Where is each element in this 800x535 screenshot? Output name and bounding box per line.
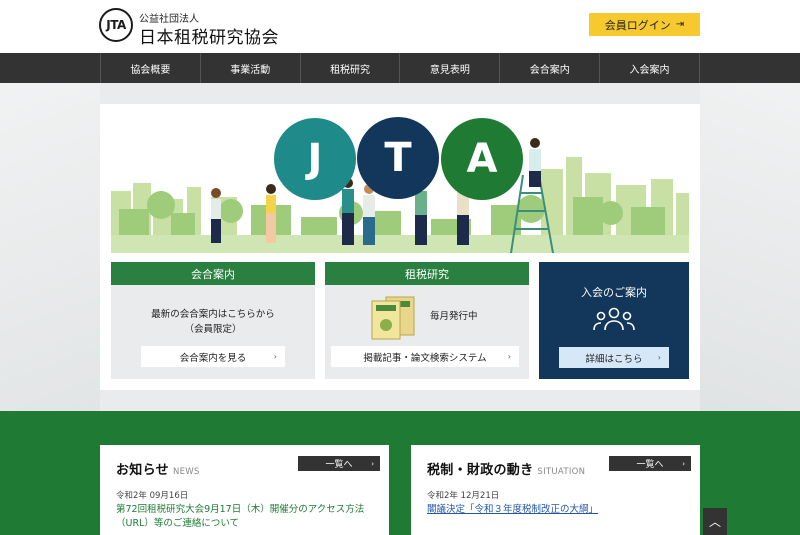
chevron-right-icon: › [371,459,374,468]
situation-box: 税制・財政の動き SITUATION 一覧へ › 令和2年 12月21日 閣議決定… [411,445,700,535]
situation-list-label: 一覧へ [636,460,664,470]
background-shape [700,83,800,411]
membership-title: 入会のご案内 [581,286,647,299]
view-meetings-button[interactable]: 会合案内を見る › [141,346,285,367]
research-text: 毎月発行中 [430,311,478,322]
news-box: お知らせ NEWS 一覧へ › 令和2年 09月16日 第72回租税研究大会9月1… [100,445,389,535]
nav-item-activities[interactable]: 事業活動 [199,53,300,83]
member-login-button[interactable]: 会員ログイン ⇥ [589,13,700,36]
chevron-right-icon: › [273,352,277,361]
back-to-top-button[interactable]: ︿ [703,508,727,535]
nav-item-about[interactable]: 協会概要 [100,53,200,83]
chevron-right-icon: › [657,353,661,362]
hero-letter-j: J [274,118,356,200]
hero-letter-t: T [357,117,439,199]
situation-list-button[interactable]: 一覧へ › [609,456,691,471]
chevron-right-icon: › [682,459,685,468]
research-panel-title: 租税研究 [325,262,529,285]
situation-title: 税制・財政の動き SITUATION [427,459,585,478]
site-logo[interactable]: JTA 公益社団法人 日本租税研究協会 [99,6,279,48]
jta-logo-mark: JTA [99,8,133,42]
people-icon [593,307,635,331]
meetings-text: 最新の会合案内はこちらから [151,309,275,320]
journal-covers-icon [371,296,415,340]
meetings-panel-title: 会合案内 [111,262,315,285]
news-title-en: NEWS [172,467,200,477]
chevron-up-icon: ︿ [708,515,721,529]
main-nav: 協会概要 事業活動 租税研究 意見表明 会合案内 入会案内 [0,53,800,83]
hero-illustration: J T A [111,113,689,253]
membership-details-label: 詳細はこちら [585,353,643,365]
membership-details-button[interactable]: 詳細はこちら › [559,347,669,368]
background-shape [0,83,100,411]
chevron-right-icon: › [507,352,511,361]
login-label: 会員ログイン [604,18,671,32]
nav-item-join[interactable]: 入会案内 [599,53,700,83]
meetings-note: （会員限定） [184,324,242,335]
view-meetings-label: 会合案内を見る [179,352,247,364]
nav-item-meetings[interactable]: 会合案内 [499,53,599,83]
nav-item-tax-research[interactable]: 租税研究 [299,53,400,83]
news-date: 令和2年 09月16日 [116,491,189,501]
situation-title-jp: 税制・財政の動き [427,463,534,478]
news-list-label: 一覧へ [325,460,353,470]
login-icon: ⇥ [675,19,685,30]
org-name: 日本租税研究協会 [139,28,279,48]
situation-headline-link[interactable]: 閣議決定「令和３年度税制改正の大綱」 [427,503,687,517]
hero-letter-a: A [441,118,523,200]
news-headline-link[interactable]: 第72回租税研究大会9月17日（木）開催分のアクセス方法（URL）等のご連絡につ… [116,503,376,531]
article-search-label: 掲載記事・論文検索システム [363,352,487,364]
situation-title-en: SITUATION [537,467,586,477]
news-title-jp: お知らせ [116,463,169,478]
article-search-button[interactable]: 掲載記事・論文検索システム › [331,346,519,367]
news-list-button[interactable]: 一覧へ › [298,456,380,471]
situation-date: 令和2年 12月21日 [427,491,500,501]
nav-item-opinions[interactable]: 意見表明 [399,53,499,83]
site-header: JTA 公益社団法人 日本租税研究協会 会員ログイン ⇥ [0,0,800,53]
news-title: お知らせ NEWS [116,459,200,478]
